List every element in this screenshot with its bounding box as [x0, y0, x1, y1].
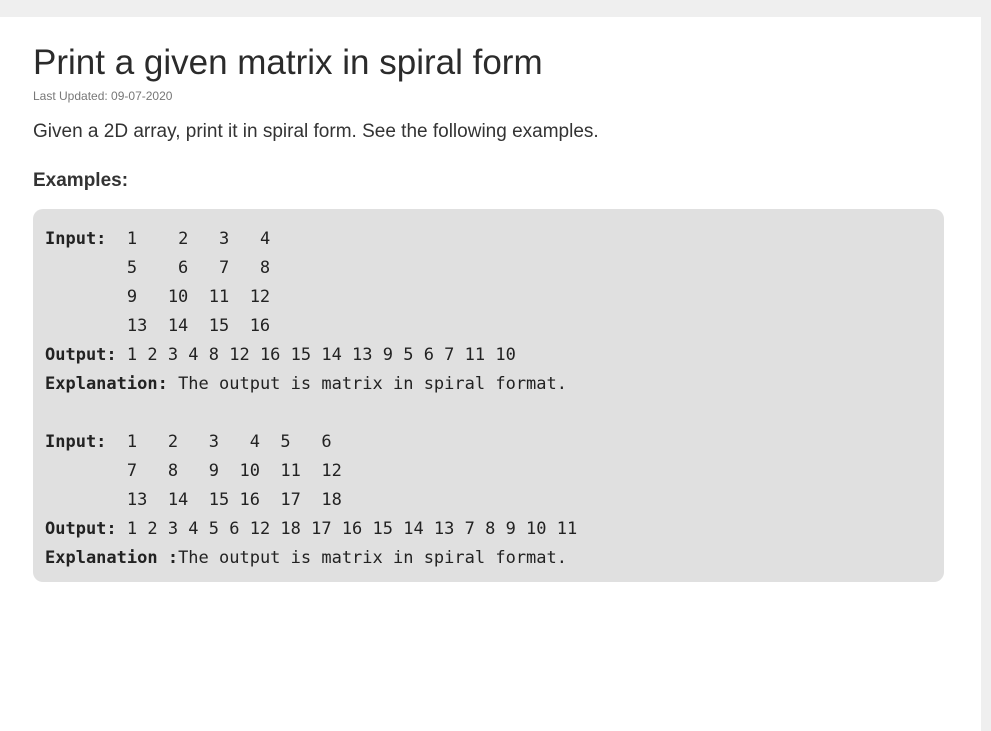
code-line: 5 6 7 8: [45, 254, 577, 283]
code-line-text: 1 2 3 4 5 6: [106, 432, 332, 452]
code-line: Output: 1 2 3 4 5 6 12 18 17 16 15 14 13…: [45, 515, 577, 544]
code-line-text: 5 6 7 8: [45, 258, 271, 278]
code-line: 13 14 15 16: [45, 312, 577, 341]
code-line-label: Explanation :: [45, 548, 179, 568]
code-line: 7 8 9 10 11 12: [45, 457, 577, 486]
code-line-label: Input:: [45, 229, 107, 249]
code-line-text: 1 2 3 4 5 6 12 18 17 16 15 14 13 7 8 9 1…: [116, 519, 578, 539]
code-example-block: Input: 1 2 3 4 5 6 7 8 9 10 11 12 13 14 …: [33, 209, 944, 582]
code-line-text: 1 2 3 4 8 12 16 15 14 13 9 5 6 7 11 10: [116, 345, 516, 365]
article-container: Print a given matrix in spiral form Last…: [0, 17, 981, 731]
code-line: 9 10 11 12: [45, 283, 577, 312]
code-line: Explanation :The output is matrix in spi…: [45, 544, 577, 573]
code-line-label: Output:: [45, 519, 117, 539]
code-line: Input: 1 2 3 4: [45, 225, 577, 254]
code-line-text: 1 2 3 4: [106, 229, 271, 249]
code-line-text: The output is matrix in spiral format.: [167, 374, 567, 394]
code-line: Explanation: The output is matrix in spi…: [45, 370, 577, 399]
code-line: Output: 1 2 3 4 8 12 16 15 14 13 9 5 6 7…: [45, 341, 577, 370]
code-line-label: Explanation:: [45, 374, 168, 394]
code-line-text: 7 8 9 10 11 12: [45, 461, 342, 481]
code-content: Input: 1 2 3 4 5 6 7 8 9 10 11 12 13 14 …: [45, 225, 577, 573]
code-line-text: The output is matrix in spiral format.: [178, 548, 567, 568]
intro-text: Given a 2D array, print it in spiral for…: [33, 121, 599, 142]
examples-heading: Examples:: [33, 170, 129, 191]
code-line: 13 14 15 16 17 18: [45, 486, 577, 515]
browser-top-strip: [0, 0, 991, 17]
code-line-label: Output:: [45, 345, 117, 365]
page-title: Print a given matrix in spiral form: [33, 43, 543, 82]
code-line-text: 13 14 15 16: [45, 316, 271, 336]
scrollbar-track[interactable]: [981, 17, 991, 731]
code-line-text: 9 10 11 12: [45, 287, 271, 307]
code-line: Input: 1 2 3 4 5 6: [45, 428, 577, 457]
last-updated-date: Last Updated: 09-07-2020: [33, 89, 173, 103]
code-line-text: 13 14 15 16 17 18: [45, 490, 342, 510]
code-line-label: Input:: [45, 432, 107, 452]
